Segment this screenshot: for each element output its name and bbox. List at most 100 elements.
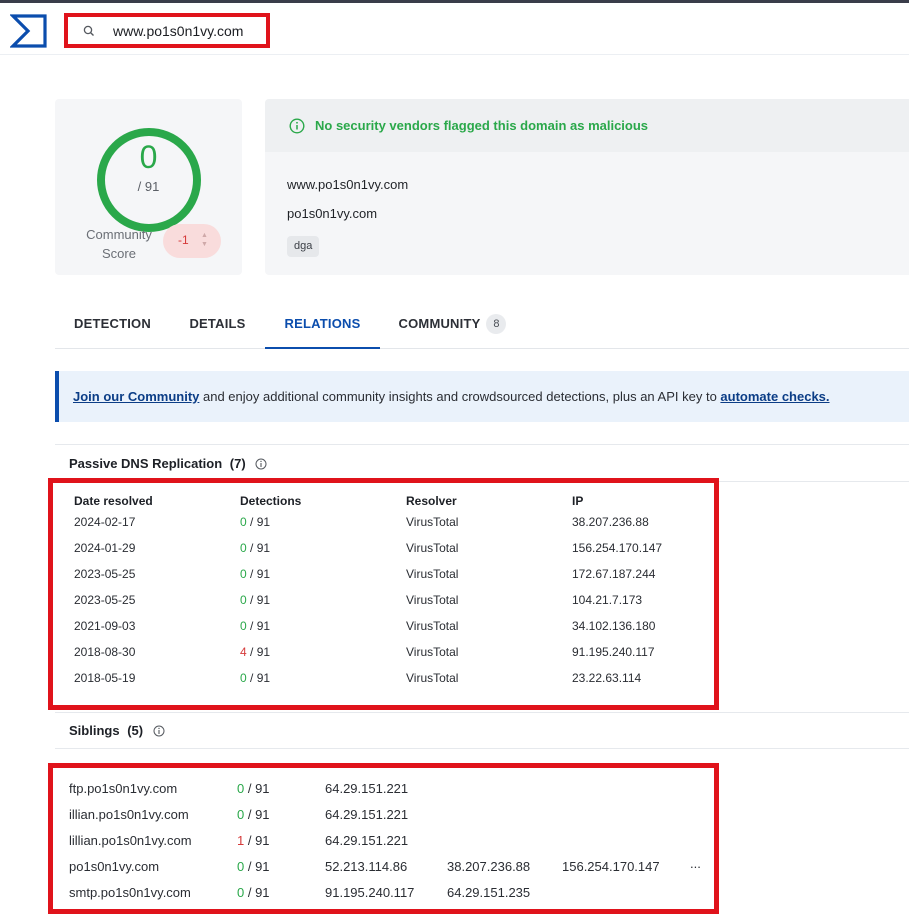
sibling-domain-link[interactable]: ftp.po1s0n1vy.com [69,781,177,796]
sibling-ip-link[interactable]: 64.29.151.221 [325,807,408,822]
automate-checks-link[interactable]: automate checks. [720,389,829,404]
tab-detection-label: DETECTION [74,316,151,331]
verdict-text: No security vendors flagged this domain … [315,118,649,133]
detection-count: 0 [240,671,247,685]
col-detections[interactable]: Detections [240,494,301,508]
row-date: 2023-05-25 [74,593,136,607]
verdict-banner: No security vendors flagged this domain … [265,99,909,152]
row-ip-link[interactable]: 23.22.63.114 [572,671,641,685]
sibling-detections: 0 / 91 [237,781,270,796]
community-score-label: Community Score [79,225,159,263]
tab-bar: DETECTION DETAILS RELATIONS COMMUNITY 8 [55,300,909,349]
sibling-ip-link[interactable]: 64.29.151.221 [325,781,408,796]
row-detections: 0 / 91 [240,593,270,607]
info-icon[interactable] [153,725,165,737]
sibling-detections: 1 / 91 [237,833,270,848]
detection-total: / 91 [246,515,271,529]
passive-dns-title-text: Passive DNS Replication [69,456,223,471]
divider [55,748,909,749]
col-date-resolved[interactable]: Date resolved [74,494,153,508]
row-resolver: VirusTotal [406,515,459,529]
tab-detection[interactable]: DETECTION [55,300,170,349]
row-date: 2023-05-25 [74,567,136,581]
notice-text: and enjoy additional community insights … [199,389,721,404]
parent-domain: po1s0n1vy.com [287,206,378,221]
passive-dns-count: (7) [229,456,246,471]
join-community-link[interactable]: Join our Community [73,389,199,404]
divider [55,444,909,445]
sibling-ip-link[interactable]: 64.29.151.235 [447,885,530,900]
detection-total: / 91 [246,567,271,581]
tab-details[interactable]: DETAILS [170,300,265,349]
vote-arrows-icon[interactable]: ▲ ▼ [201,231,211,249]
passive-dns-title: Passive DNS Replication (7) [69,456,267,471]
search-icon [83,25,94,36]
row-date: 2018-08-30 [74,645,136,659]
virustotal-logo-icon[interactable] [10,13,48,49]
row-detections: 0 / 91 [240,515,270,529]
row-detections: 4 / 91 [240,645,270,659]
sibling-domain-link[interactable]: smtp.po1s0n1vy.com [69,885,191,900]
row-date: 2018-05-19 [74,671,136,685]
community-score-badge[interactable]: -1 ▲ ▼ [163,224,221,258]
row-detections: 0 / 91 [240,541,270,555]
row-ip-link[interactable]: 104.21.7.173 [572,593,642,607]
community-label-line1: Community [86,227,152,242]
row-date: 2024-02-17 [74,515,136,529]
row-resolver: VirusTotal [406,619,459,633]
row-date: 2024-01-29 [74,541,136,555]
search-input[interactable]: www.po1s0n1vy.com [113,23,243,39]
sibling-ip-link[interactable]: 52.213.114.86 [325,859,407,874]
detection-count: 0 [240,541,247,555]
detection-count: 0 [240,515,247,529]
col-ip[interactable]: IP [572,494,583,508]
sibling-ip-link[interactable]: 64.29.151.221 [325,833,408,848]
row-resolver: VirusTotal [406,593,459,607]
detection-count: 4 [240,645,247,659]
detection-total: / 91 [244,885,270,900]
info-icon[interactable] [255,458,267,470]
detection-count: 0 [240,619,247,633]
row-detections: 0 / 91 [240,567,270,581]
tab-relations[interactable]: RELATIONS [265,300,380,349]
detection-total: / 91 [246,671,271,685]
detection-total: / 91 [244,807,270,822]
info-circle-icon [289,117,305,134]
community-label-line2: Score [102,246,136,261]
detection-total: / 91 [246,645,271,659]
community-notice: Join our Community and enjoy additional … [55,371,909,422]
domain-tag[interactable]: dga [287,236,320,257]
tab-community[interactable]: COMMUNITY 8 [380,300,525,349]
domain-name: www.po1s0n1vy.com [287,177,409,192]
sibling-domain-link[interactable]: lillian.po1s0n1vy.com [69,833,192,848]
detection-total: / 91 [246,593,271,607]
detection-total: / 91 [244,833,270,848]
sibling-ip-link[interactable]: 38.207.236.88 [447,859,530,874]
detection-score-total: / 91 [137,179,160,194]
community-score-value: -1 [178,233,189,247]
search-box[interactable]: www.po1s0n1vy.com [64,13,270,48]
detection-total: / 91 [246,541,271,555]
col-resolver[interactable]: Resolver [406,494,457,508]
more-ips-button[interactable]: ... [690,856,701,871]
sibling-ip-link[interactable]: 156.254.170.147 [562,859,660,874]
row-ip-link[interactable]: 91.195.240.117 [572,645,655,659]
sibling-domain-link[interactable]: po1s0n1vy.com [69,859,159,874]
row-ip-link[interactable]: 156.254.170.147 [572,541,662,555]
sibling-detections: 0 / 91 [237,885,270,900]
row-resolver: VirusTotal [406,645,459,659]
row-ip-link[interactable]: 172.67.187.244 [572,567,655,581]
sibling-domain-link[interactable]: illian.po1s0n1vy.com [69,807,189,822]
row-resolver: VirusTotal [406,671,459,685]
row-date: 2021-09-03 [74,619,136,633]
row-ip-link[interactable]: 38.207.236.88 [572,515,649,529]
sibling-ip-link[interactable]: 91.195.240.117 [325,885,414,900]
tab-community-label: COMMUNITY [398,316,481,331]
row-resolver: VirusTotal [406,541,459,555]
community-count-badge: 8 [486,313,507,334]
siblings-count: (5) [127,723,144,738]
row-resolver: VirusTotal [406,567,459,581]
row-detections: 0 / 91 [240,619,270,633]
detection-count: 0 [240,567,247,581]
row-ip-link[interactable]: 34.102.136.180 [572,619,655,633]
